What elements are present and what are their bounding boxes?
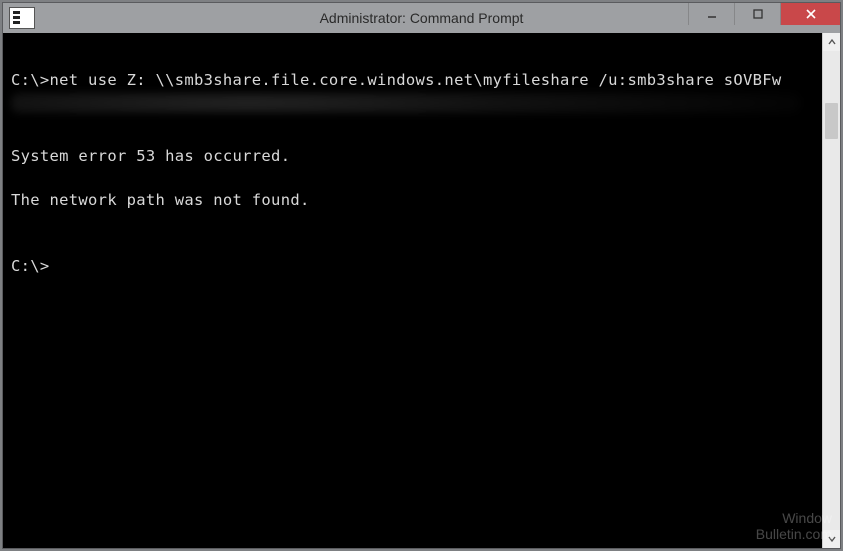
redacted-line	[11, 93, 800, 113]
scroll-up-button[interactable]	[823, 33, 840, 51]
client-area: C:\>net use Z: \\smb3share.file.core.win…	[3, 33, 840, 548]
close-button[interactable]	[780, 3, 840, 25]
command-text: net use Z: \\smb3share.file.core.windows…	[50, 71, 782, 89]
maximize-button[interactable]	[734, 3, 780, 25]
prompt: C:\>	[11, 71, 50, 89]
chevron-down-icon	[827, 534, 837, 544]
prompt-line: C:\>	[11, 257, 50, 275]
output-line: The network path was not found.	[11, 191, 310, 209]
scrollbar-thumb[interactable]	[825, 103, 838, 139]
scroll-down-button[interactable]	[823, 530, 840, 548]
minimize-button[interactable]	[688, 3, 734, 25]
maximize-icon	[753, 9, 763, 19]
terminal-output[interactable]: C:\>net use Z: \\smb3share.file.core.win…	[3, 33, 822, 548]
minimize-icon	[707, 9, 717, 19]
close-icon	[805, 8, 817, 20]
titlebar[interactable]: Administrator: Command Prompt	[3, 3, 840, 33]
chevron-up-icon	[827, 37, 837, 47]
scrollbar-track[interactable]	[823, 51, 840, 530]
cmd-icon	[9, 7, 35, 29]
prompt-line: C:\>net use Z: \\smb3share.file.core.win…	[11, 71, 782, 89]
vertical-scrollbar[interactable]	[822, 33, 840, 548]
window-controls	[688, 3, 840, 25]
output-line: System error 53 has occurred.	[11, 147, 290, 165]
command-prompt-window: Administrator: Command Prompt C:\>net us…	[2, 2, 841, 549]
